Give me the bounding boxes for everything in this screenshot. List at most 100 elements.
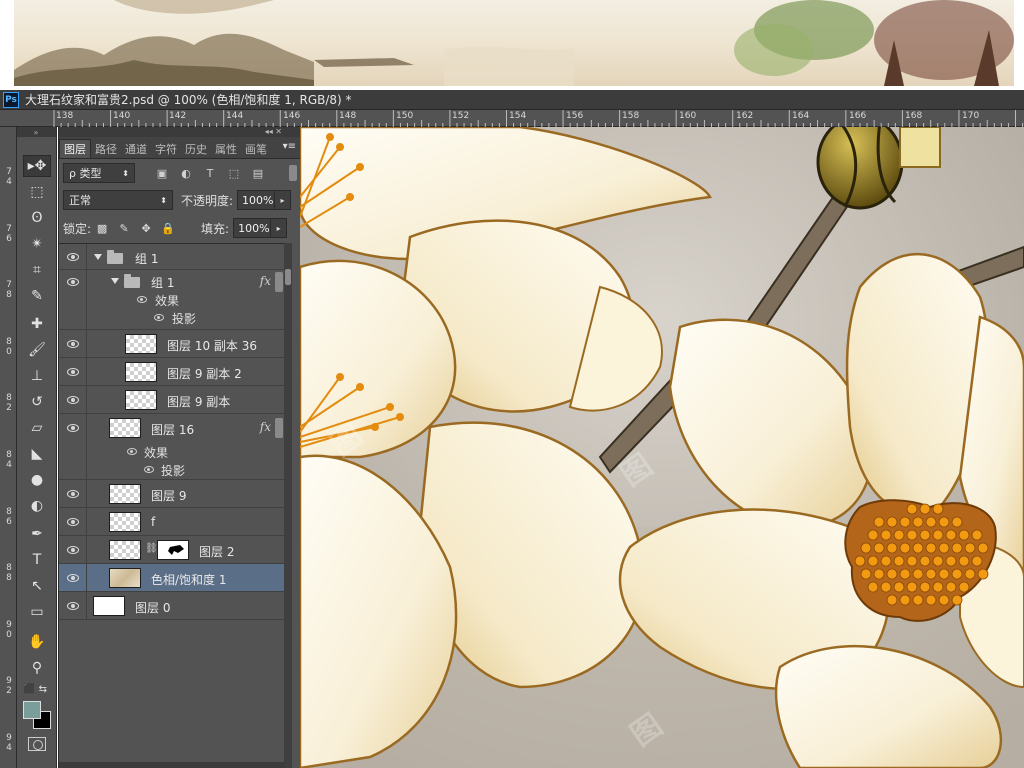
foreground-color-swatch[interactable] [23, 701, 41, 719]
mask-shape-icon [168, 545, 184, 555]
clone-stamp-tool-icon[interactable]: ⊥ [23, 365, 51, 387]
visibility-toggle[interactable] [59, 592, 87, 619]
chevron-updown-icon: ⬍ [122, 168, 129, 178]
scrollbar-thumb[interactable] [285, 269, 291, 285]
vertical-ruler[interactable]: 7 4 7 6 7 8 8 0 8 2 8 4 8 6 8 8 9 0 9 2 … [0, 127, 17, 768]
disclosure-triangle-icon[interactable] [94, 254, 102, 260]
tab-properties[interactable]: 属性 [211, 139, 241, 158]
tab-character[interactable]: 字符 [151, 139, 181, 158]
visibility-toggle[interactable] [59, 270, 87, 329]
layer-row[interactable]: 图层 9 [59, 480, 285, 508]
quick-select-tool-icon[interactable]: ✴ [23, 233, 51, 255]
layer-row[interactable]: 图层 10 副本 36 [59, 330, 285, 358]
fill-label: 填充: [201, 221, 230, 236]
layer-row[interactable]: 图层 9 副本 2 [59, 358, 285, 386]
horizontal-ruler[interactable]: 138 140 142 144 146 148 150 152 154 156 … [0, 110, 1024, 127]
tab-channels[interactable]: 通道 [121, 139, 151, 158]
fx-icon[interactable]: fx [260, 274, 271, 288]
filter-smart-object-icon[interactable]: ▤ [251, 166, 265, 180]
rectangle-tool-icon[interactable]: ▭ [23, 601, 51, 623]
visibility-toggle[interactable] [59, 414, 87, 479]
panel-menu-icon[interactable]: ▾≡ [283, 141, 296, 152]
eye-icon[interactable] [144, 466, 154, 473]
tab-brush[interactable]: 画笔 [241, 139, 271, 158]
move-tool-icon[interactable]: ▸✥ [23, 155, 51, 177]
tab-layers[interactable]: 图层 [59, 139, 91, 158]
path-select-tool-icon[interactable]: ↖ [23, 575, 51, 597]
swap-colors-icon[interactable]: ⬛ ⇆ [23, 684, 47, 695]
visibility-toggle[interactable] [59, 358, 87, 385]
tab-history[interactable]: 历史 [181, 139, 211, 158]
lock-transparency-icon[interactable]: ▩ [95, 221, 109, 235]
healing-brush-tool-icon[interactable]: ✚ [23, 313, 51, 335]
visibility-toggle[interactable] [59, 386, 87, 413]
zoom-tool-icon[interactable]: ⚲ [23, 657, 51, 679]
lasso-tool-icon[interactable]: ʘ [23, 207, 51, 229]
tab-paths[interactable]: 路径 [91, 139, 121, 158]
pen-tool-icon[interactable]: ✒ [23, 523, 51, 545]
filter-adjustment-icon[interactable]: ◐ [179, 166, 193, 180]
tools-panel-grip[interactable]: » [17, 127, 56, 137]
brush-tool-icon[interactable]: 🖌 [23, 339, 51, 361]
fx-icon[interactable]: fx [260, 420, 271, 434]
layer-row[interactable]: 图层 0 [59, 592, 285, 620]
document-title-bar[interactable]: Ps 大理石纹家和富贵2.psd @ 100% (色相/饱和度 1, RGB/8… [0, 90, 1024, 110]
eye-icon[interactable] [137, 296, 147, 303]
visibility-toggle[interactable] [59, 508, 87, 535]
fill-slider-button[interactable]: ▸ [271, 218, 288, 238]
lock-position-icon[interactable]: ✥ [139, 221, 153, 235]
eye-icon[interactable] [127, 448, 137, 455]
pistil-dot [958, 529, 970, 541]
filter-kind-select[interactable]: ρ 类型 ⬍ [63, 163, 135, 183]
eyedropper-tool-icon[interactable]: ✎ [23, 285, 51, 307]
layer-row[interactable]: 图层 9 副本 [59, 386, 285, 414]
history-brush-tool-icon[interactable]: ↺ [23, 391, 51, 413]
eye-icon[interactable] [154, 314, 164, 321]
filter-pixel-icon[interactable]: ▣ [155, 166, 169, 180]
quick-mask-icon[interactable] [28, 737, 46, 751]
opacity-input[interactable]: 100% [237, 190, 276, 210]
layers-scrollbar[interactable] [284, 243, 292, 768]
paint-bucket-tool-icon[interactable]: ◣ [23, 443, 51, 465]
layer-row-group[interactable]: 组 1 fx 效果 投影 [59, 270, 285, 330]
layer-row[interactable]: ⛓ 图层 2 [59, 536, 285, 564]
opacity-slider-button[interactable]: ▸ [275, 190, 292, 210]
blur-tool-icon[interactable]: ● [23, 469, 51, 491]
crop-tool-icon[interactable]: ⌗ [23, 259, 51, 281]
effects-expand-handle[interactable] [275, 272, 283, 292]
lock-all-icon[interactable]: 🔒 [161, 221, 175, 235]
visibility-toggle[interactable] [59, 480, 87, 507]
layer-row[interactable]: 图层 16 fx 效果 投影 [59, 414, 285, 480]
blend-mode-select[interactable]: 正常 ⬍ [63, 190, 173, 210]
pistil-dot [945, 581, 957, 593]
fill-input[interactable]: 100% [233, 218, 272, 238]
dodge-tool-icon[interactable]: ◐ [23, 495, 51, 517]
disclosure-triangle-icon[interactable] [111, 278, 119, 284]
eraser-tool-icon[interactable]: ▱ [23, 417, 51, 439]
visibility-toggle[interactable] [59, 244, 87, 269]
layer-thumbnail [125, 362, 157, 382]
layer-thumbnail [109, 540, 141, 560]
visibility-toggle[interactable] [59, 564, 87, 591]
filter-type-icon[interactable]: T [203, 166, 217, 180]
hand-tool-icon[interactable]: ✋ [23, 631, 51, 653]
layer-row-selected[interactable]: 色相/饱和度 1 [59, 564, 285, 592]
visibility-toggle[interactable] [59, 330, 87, 357]
type-tool-icon[interactable]: T [23, 549, 51, 571]
layer-row[interactable]: f [59, 508, 285, 536]
visibility-toggle[interactable] [59, 536, 87, 563]
ruler-label: 7 8 [6, 280, 12, 300]
pistil-dot [899, 594, 911, 606]
marquee-tool-icon[interactable]: ⬚ [23, 181, 51, 203]
panel-collapse-bar[interactable]: ◂◂ ✕ [59, 127, 300, 137]
lock-pixels-icon[interactable]: ✎ [117, 221, 131, 235]
effects-expand-handle[interactable] [275, 418, 283, 438]
filter-toggle-switch[interactable] [289, 165, 297, 181]
layer-row-group[interactable]: 组 1 [59, 244, 285, 270]
ruler-label: 8 4 [6, 450, 12, 470]
tool-glyph: ✚ [31, 316, 43, 332]
layer-mask-thumbnail[interactable] [157, 540, 189, 560]
chain-link-icon[interactable]: ⛓ [145, 543, 158, 554]
document-canvas[interactable]: 图 图 图 [300, 127, 1024, 768]
filter-shape-icon[interactable]: ⬚ [227, 166, 241, 180]
